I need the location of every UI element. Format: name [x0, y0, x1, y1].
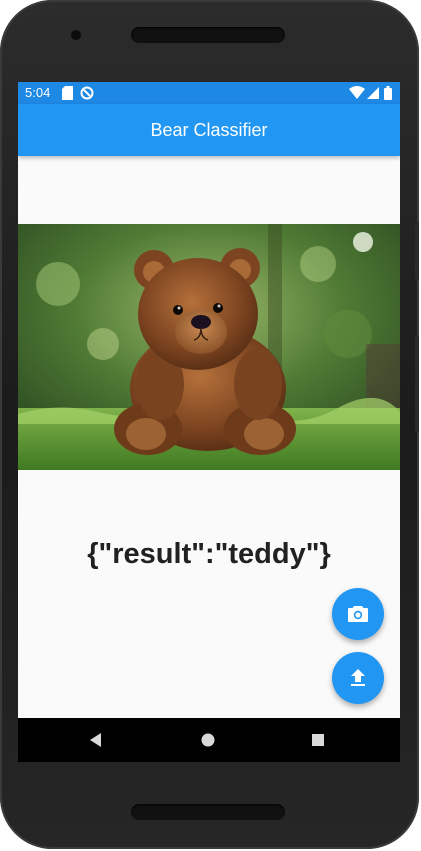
front-camera [71, 30, 81, 40]
upload-button[interactable] [332, 652, 384, 704]
status-bar: 5:04 [18, 82, 400, 104]
app-title: Bear Classifier [150, 120, 268, 140]
teddy-bear-image [18, 224, 400, 470]
volume-button [415, 336, 419, 432]
teddy-bear-photo [18, 224, 400, 470]
sync-icon [80, 86, 94, 100]
wifi-icon [349, 86, 365, 99]
status-time: 5:04 [25, 85, 51, 100]
upload-icon [351, 669, 365, 686]
camera-button[interactable] [332, 588, 384, 640]
battery-icon [384, 86, 392, 100]
signal-icon [367, 87, 379, 99]
power-button [415, 222, 419, 280]
device-screen: 5:04 Bear Classifier {"result":"teddy"} [18, 82, 400, 762]
classification-result: {"result":"teddy"} [87, 538, 331, 570]
phone-frame: 5:04 Bear Classifier {"result":"teddy"} [0, 0, 419, 849]
system-nav-bar [18, 718, 400, 762]
top-speaker [131, 27, 285, 43]
home-icon[interactable] [198, 730, 218, 750]
recents-icon[interactable] [308, 730, 328, 750]
sd-card-icon [62, 86, 73, 100]
app-bar: Bear Classifier [18, 104, 400, 156]
bottom-speaker [131, 804, 285, 820]
camera-icon [348, 606, 368, 622]
back-icon[interactable] [86, 730, 106, 750]
